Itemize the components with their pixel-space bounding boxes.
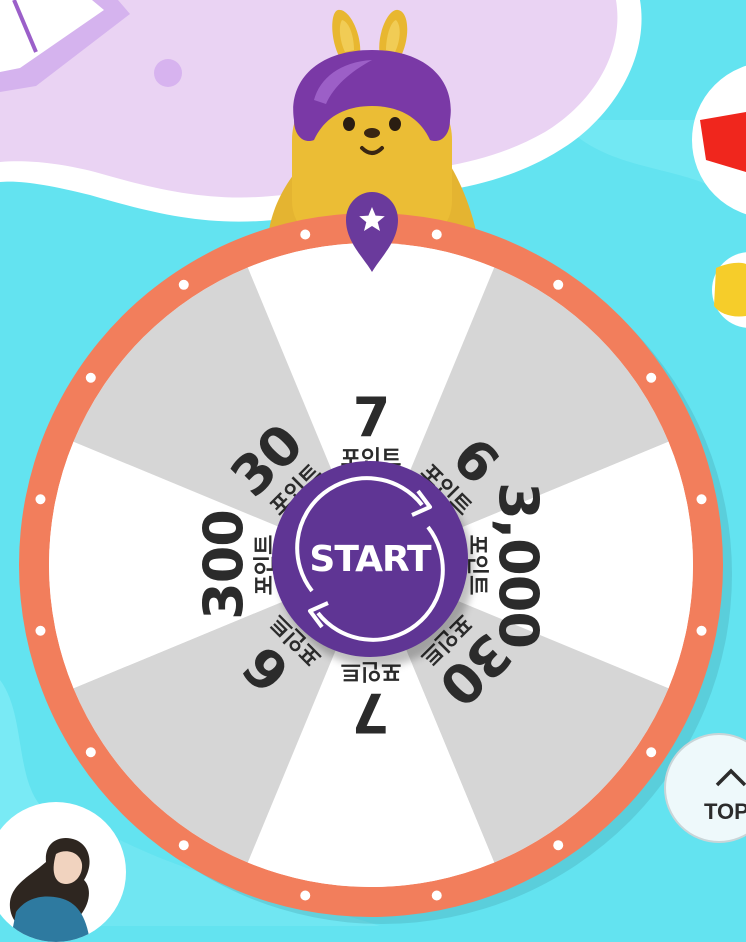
rim-light: [553, 279, 564, 290]
roulette-wheel: 7 포인트 6 포인트 3,000 포인트 30 포인트 7 포인트 6 포인트 300 포인트 30 포인트…: [0, 0, 746, 926]
segment-value: 7: [352, 681, 390, 744]
wheel-pointer: [346, 192, 398, 272]
rim-light: [85, 747, 96, 758]
rim-light: [696, 494, 707, 505]
rim-light: [431, 229, 442, 240]
rim-light: [553, 840, 564, 851]
rim-light: [696, 625, 707, 636]
rim-light: [35, 494, 46, 505]
rim-light: [300, 229, 311, 240]
rim-light: [646, 372, 657, 383]
start-button[interactable]: START: [272, 461, 468, 657]
start-label: START: [309, 538, 431, 580]
rim-light: [85, 372, 96, 383]
rim-light: [178, 840, 189, 851]
rim-light: [300, 890, 311, 901]
chevron-up-icon: [715, 768, 746, 787]
rim-light: [178, 279, 189, 290]
rim-light: [646, 747, 657, 758]
scroll-top-label: TOP: [704, 799, 746, 824]
rim-light: [35, 625, 46, 636]
rim-light: [431, 890, 442, 901]
